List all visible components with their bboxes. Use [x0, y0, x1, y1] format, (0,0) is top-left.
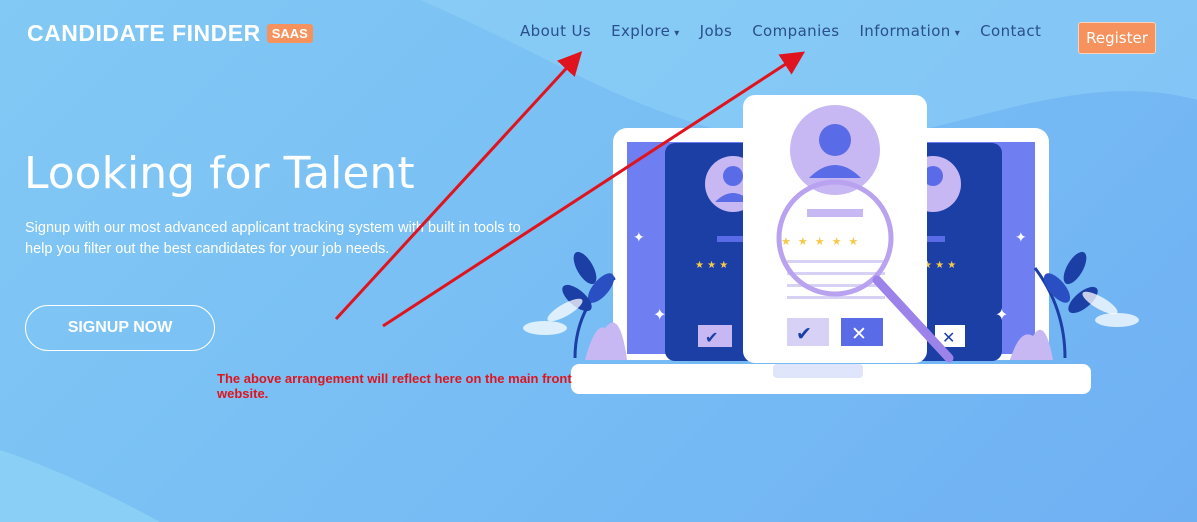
- sparkle-icon: ✦: [653, 305, 666, 324]
- nav-companies[interactable]: Companies: [752, 22, 839, 40]
- sparkle-icon: ✦: [633, 230, 645, 246]
- nav-contact-label: Contact: [980, 22, 1042, 40]
- star-icon: ★ ★ ★: [695, 260, 728, 271]
- annotation-note: The above arrangement will reflect here …: [217, 371, 572, 401]
- nav-jobs-label: Jobs: [699, 22, 733, 40]
- nav-contact[interactable]: Contact: [980, 22, 1041, 40]
- nav-information-label: Information: [859, 22, 951, 40]
- brand-name: CANDIDATE FINDER: [27, 19, 261, 46]
- check-icon: ✔: [705, 328, 718, 347]
- nav-about-us[interactable]: About Us: [520, 22, 591, 40]
- sparkle-icon: ✦: [995, 305, 1008, 324]
- nav-about-us-label: About Us: [520, 22, 592, 40]
- check-icon: ✔: [796, 323, 812, 345]
- main-nav: About Us Explore ▾ Jobs Companies Informa…: [520, 22, 1061, 40]
- brand-badge: SAAS: [266, 23, 313, 43]
- hero-subtitle: Signup with our most advanced applicant …: [25, 220, 521, 257]
- chevron-down-icon: ▾: [954, 28, 961, 39]
- nav-explore[interactable]: Explore ▾: [611, 22, 680, 40]
- sparkle-icon: ✦: [1015, 230, 1027, 246]
- star-icon: ★ ★ ★: [923, 260, 956, 271]
- cross-icon: ✕: [851, 323, 867, 345]
- nav-explore-label: Explore: [611, 22, 671, 40]
- nav-companies-label: Companies: [752, 22, 840, 40]
- hero-illustration: ★ ★ ★ ✔ ★ ★ ★ ✕ ★ ★ ★ ★ ★ ✔ ✕ ✦ ✦ ✦ ✦: [523, 95, 1139, 394]
- signup-now-button[interactable]: SIGNUP NOW: [25, 305, 215, 351]
- cross-icon: ✕: [942, 328, 955, 347]
- nav-information[interactable]: Information ▾: [859, 22, 960, 40]
- leaf-decoration-left: [523, 251, 627, 360]
- register-button[interactable]: Register: [1078, 22, 1156, 54]
- star-icon: ★ ★ ★ ★ ★: [781, 235, 858, 248]
- hero-title: Looking for Talent: [24, 148, 415, 199]
- brand-logo[interactable]: CANDIDATE FINDER SAAS: [27, 17, 313, 49]
- chevron-down-icon: ▾: [674, 28, 680, 39]
- nav-jobs[interactable]: Jobs: [700, 22, 733, 40]
